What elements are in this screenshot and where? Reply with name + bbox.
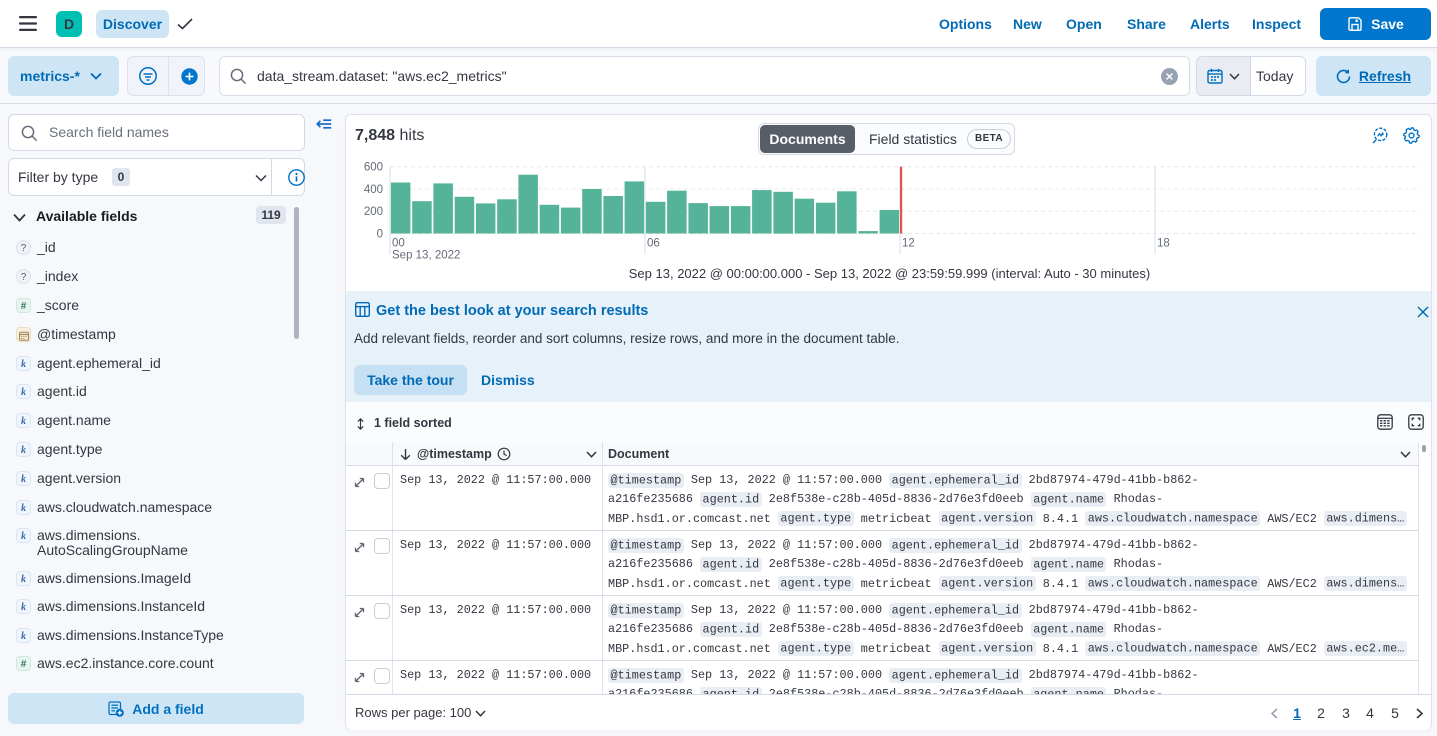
svg-text:200: 200 (364, 206, 383, 218)
svg-text:06: 06 (647, 238, 660, 250)
svg-text:400: 400 (364, 184, 383, 196)
svg-text:0: 0 (377, 229, 383, 241)
svg-text:00: 00 (392, 238, 405, 250)
svg-text:Sep 13, 2022: Sep 13, 2022 (392, 250, 460, 262)
svg-text:18: 18 (1157, 238, 1170, 250)
svg-text:12: 12 (902, 238, 915, 250)
svg-text:600: 600 (364, 162, 383, 174)
